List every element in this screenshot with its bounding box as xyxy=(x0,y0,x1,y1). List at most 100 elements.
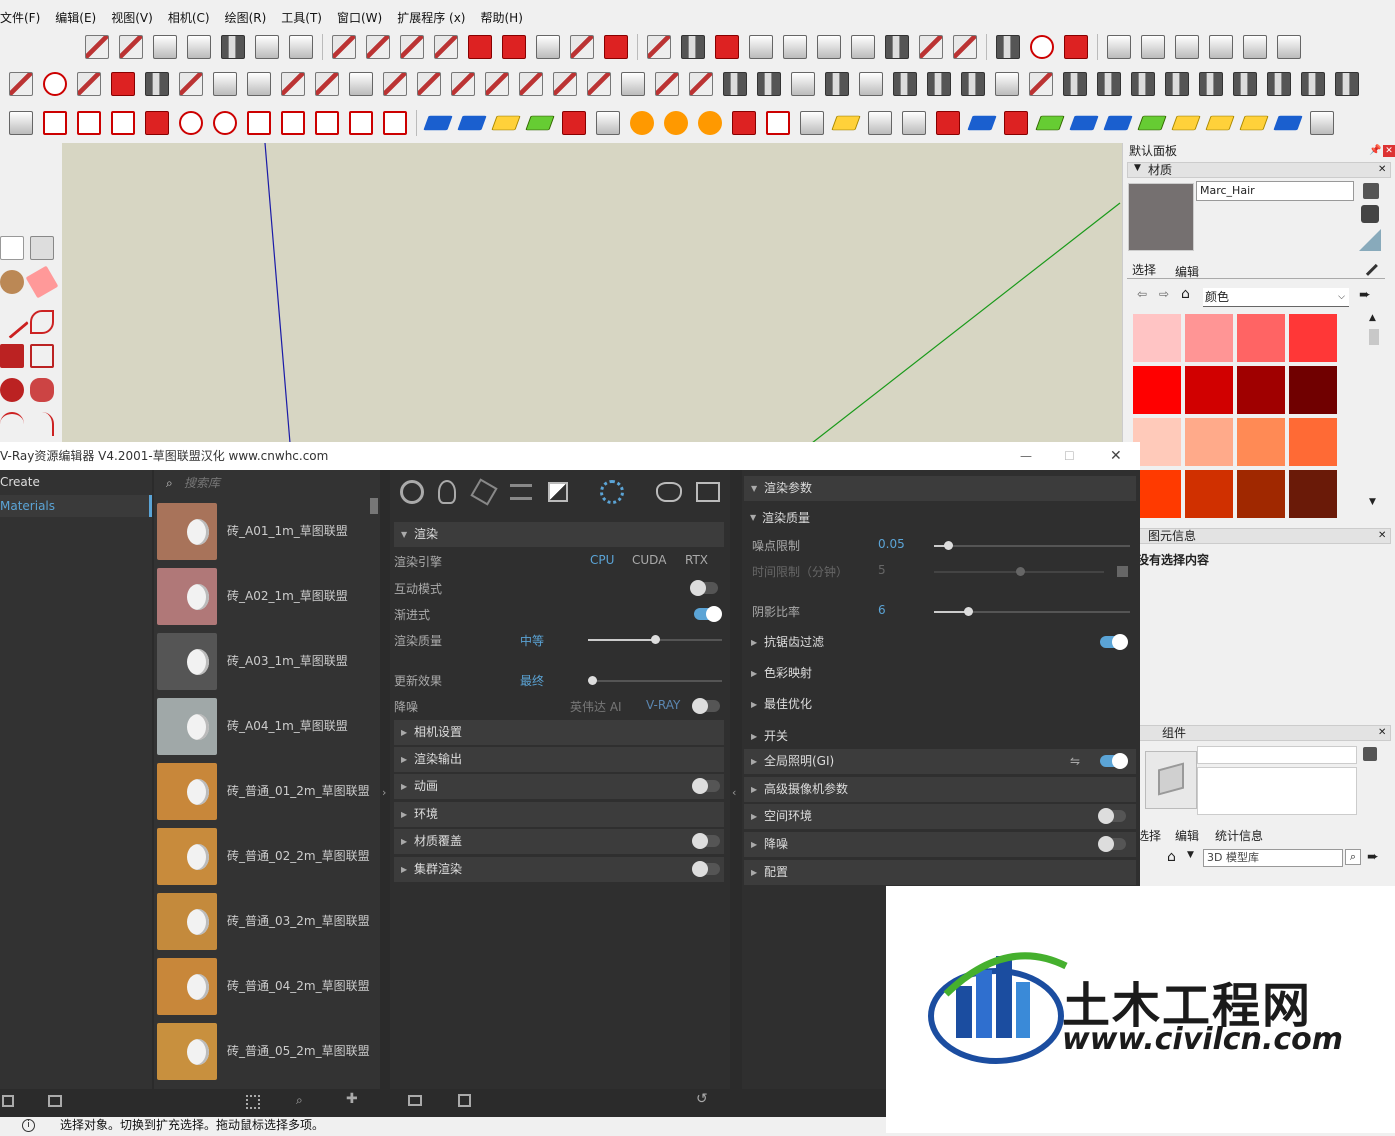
materials-header[interactable]: ▼ 材质 ✕ xyxy=(1127,162,1391,178)
viewport[interactable] xyxy=(62,142,1122,444)
tool-icon[interactable] xyxy=(502,35,526,59)
tool-icon[interactable] xyxy=(77,72,101,96)
time-slider[interactable] xyxy=(934,567,1104,576)
tool-icon[interactable] xyxy=(383,111,407,135)
material-list-item[interactable]: 砖_普通_03_2m_草图联盟 xyxy=(154,888,380,953)
tool-icon[interactable] xyxy=(77,111,101,135)
render-section[interactable]: ▼ 渲染 xyxy=(394,522,724,547)
home-icon[interactable] xyxy=(1243,35,1267,59)
section-toggle[interactable] xyxy=(1100,634,1128,650)
tool-icon[interactable] xyxy=(902,111,926,135)
settings-gear-icon[interactable] xyxy=(600,480,624,504)
section-toggle[interactable] xyxy=(1098,836,1126,852)
tool-icon[interactable] xyxy=(1035,115,1065,131)
material-list-item[interactable]: 砖_普通_01_2m_草图联盟 xyxy=(154,758,380,823)
tool-icon[interactable] xyxy=(153,35,177,59)
color-swatch[interactable] xyxy=(1133,314,1181,362)
denoise-toggle[interactable] xyxy=(692,698,720,714)
arc2-icon[interactable] xyxy=(30,412,54,436)
component-icon[interactable] xyxy=(30,236,54,260)
lights-tab-icon[interactable] xyxy=(438,480,456,504)
minimize-icon[interactable]: — xyxy=(1020,442,1032,470)
tool-icon[interactable] xyxy=(525,115,555,131)
tool-icon[interactable] xyxy=(85,35,109,59)
tool-icon[interactable] xyxy=(825,72,849,96)
shade-value[interactable]: 6 xyxy=(878,603,886,617)
tool-icon[interactable] xyxy=(996,35,1020,59)
tool-icon[interactable] xyxy=(698,111,722,135)
tool-icon[interactable] xyxy=(1137,115,1167,131)
tool-icon[interactable] xyxy=(1103,115,1133,131)
noise-slider[interactable] xyxy=(934,541,1130,550)
color-swatch[interactable] xyxy=(1185,470,1233,518)
eraser-icon[interactable] xyxy=(25,265,59,299)
freehand-icon[interactable] xyxy=(30,310,54,334)
tool-icon[interactable] xyxy=(349,111,373,135)
entity-info-header[interactable]: 图元信息 ✕ xyxy=(1127,528,1391,544)
tool-icon[interactable] xyxy=(1239,115,1269,131)
tool-icon[interactable] xyxy=(1097,72,1121,96)
tool-icon[interactable] xyxy=(936,111,960,135)
tool-icon[interactable] xyxy=(791,72,815,96)
comp-library-search[interactable]: 3D 模型库 xyxy=(1203,849,1343,867)
swatch-scrollbar[interactable]: ▲ ▼ xyxy=(1367,313,1381,513)
save-icon[interactable] xyxy=(458,1094,471,1107)
rotated-rect-icon[interactable] xyxy=(30,344,54,368)
pencil-icon[interactable] xyxy=(0,305,29,339)
tool-icon[interactable] xyxy=(1069,115,1099,131)
color-swatch[interactable] xyxy=(1133,418,1181,466)
engine-rtx[interactable]: RTX xyxy=(685,553,708,567)
tool-icon[interactable] xyxy=(451,72,475,96)
close-icon[interactable]: ✕ xyxy=(1383,145,1395,157)
denoise-vray[interactable]: V-RAY xyxy=(646,698,680,712)
tool-icon[interactable] xyxy=(247,72,271,96)
time-value[interactable]: 5 xyxy=(878,563,886,577)
component-details-icon[interactable] xyxy=(1363,747,1377,761)
tool-icon[interactable] xyxy=(179,111,203,135)
tool-icon[interactable] xyxy=(255,35,279,59)
tool-icon[interactable] xyxy=(9,72,33,96)
tool-icon[interactable] xyxy=(491,115,521,131)
tool-icon[interactable] xyxy=(221,35,245,59)
menu-edit[interactable]: 编辑(E) xyxy=(55,9,96,26)
menu-extensions[interactable]: 扩展程序 (x) xyxy=(397,9,465,26)
arc-icon[interactable] xyxy=(0,412,24,436)
tool-icon[interactable] xyxy=(553,72,577,96)
tool-icon[interactable] xyxy=(868,111,892,135)
engine-cpu[interactable]: CPU xyxy=(590,553,614,567)
mid-section-header[interactable]: ▶ 相机设置 xyxy=(394,720,724,745)
noise-value[interactable]: 0.05 xyxy=(878,537,905,551)
rectangle-icon[interactable] xyxy=(0,344,24,368)
tool-icon[interactable] xyxy=(919,35,943,59)
progressive-toggle[interactable] xyxy=(694,606,722,622)
engine-cuda[interactable]: CUDA xyxy=(632,553,666,567)
tool-icon[interactable] xyxy=(1029,72,1053,96)
color-swatch[interactable] xyxy=(1237,314,1285,362)
tool-icon[interactable] xyxy=(749,35,773,59)
color-swatch[interactable] xyxy=(1289,470,1337,518)
render-teapot-icon[interactable] xyxy=(656,482,682,502)
details-icon[interactable]: ➨ xyxy=(1359,287,1371,303)
select-icon[interactable] xyxy=(0,236,24,260)
tool-icon[interactable] xyxy=(187,35,211,59)
mid-section-header[interactable]: ▶ 渲染输出 xyxy=(394,747,724,772)
tool-icon[interactable] xyxy=(179,72,203,96)
home-icon[interactable]: ⌂ xyxy=(1167,849,1176,865)
tool-icon[interactable] xyxy=(953,35,977,59)
home-icon[interactable] xyxy=(1175,35,1199,59)
layers-tab-icon[interactable] xyxy=(510,484,532,500)
comp-tab-select[interactable]: 选择 xyxy=(1137,827,1161,844)
material-list-item[interactable]: 砖_A03_1m_草图联盟 xyxy=(154,628,380,693)
tool-icon[interactable] xyxy=(967,115,997,131)
mid-section-header[interactable]: ▶ 动画 xyxy=(394,774,724,799)
color-swatch[interactable] xyxy=(1289,314,1337,362)
render-quality-subsection[interactable]: ▼ 渲染质量 xyxy=(744,508,1136,528)
color-swatch[interactable] xyxy=(1237,418,1285,466)
right-section-header[interactable]: ▶ 全局照明(GI) ⇋ xyxy=(744,749,1136,774)
interactive-toggle[interactable] xyxy=(690,580,718,596)
textures-tab-icon[interactable] xyxy=(548,482,568,502)
forward-icon[interactable]: ⇨ xyxy=(1159,287,1169,301)
section-toggle[interactable] xyxy=(1100,753,1128,769)
tool-icon[interactable] xyxy=(417,72,441,96)
render-params-section[interactable]: ▼ 渲染参数 xyxy=(744,476,1136,501)
